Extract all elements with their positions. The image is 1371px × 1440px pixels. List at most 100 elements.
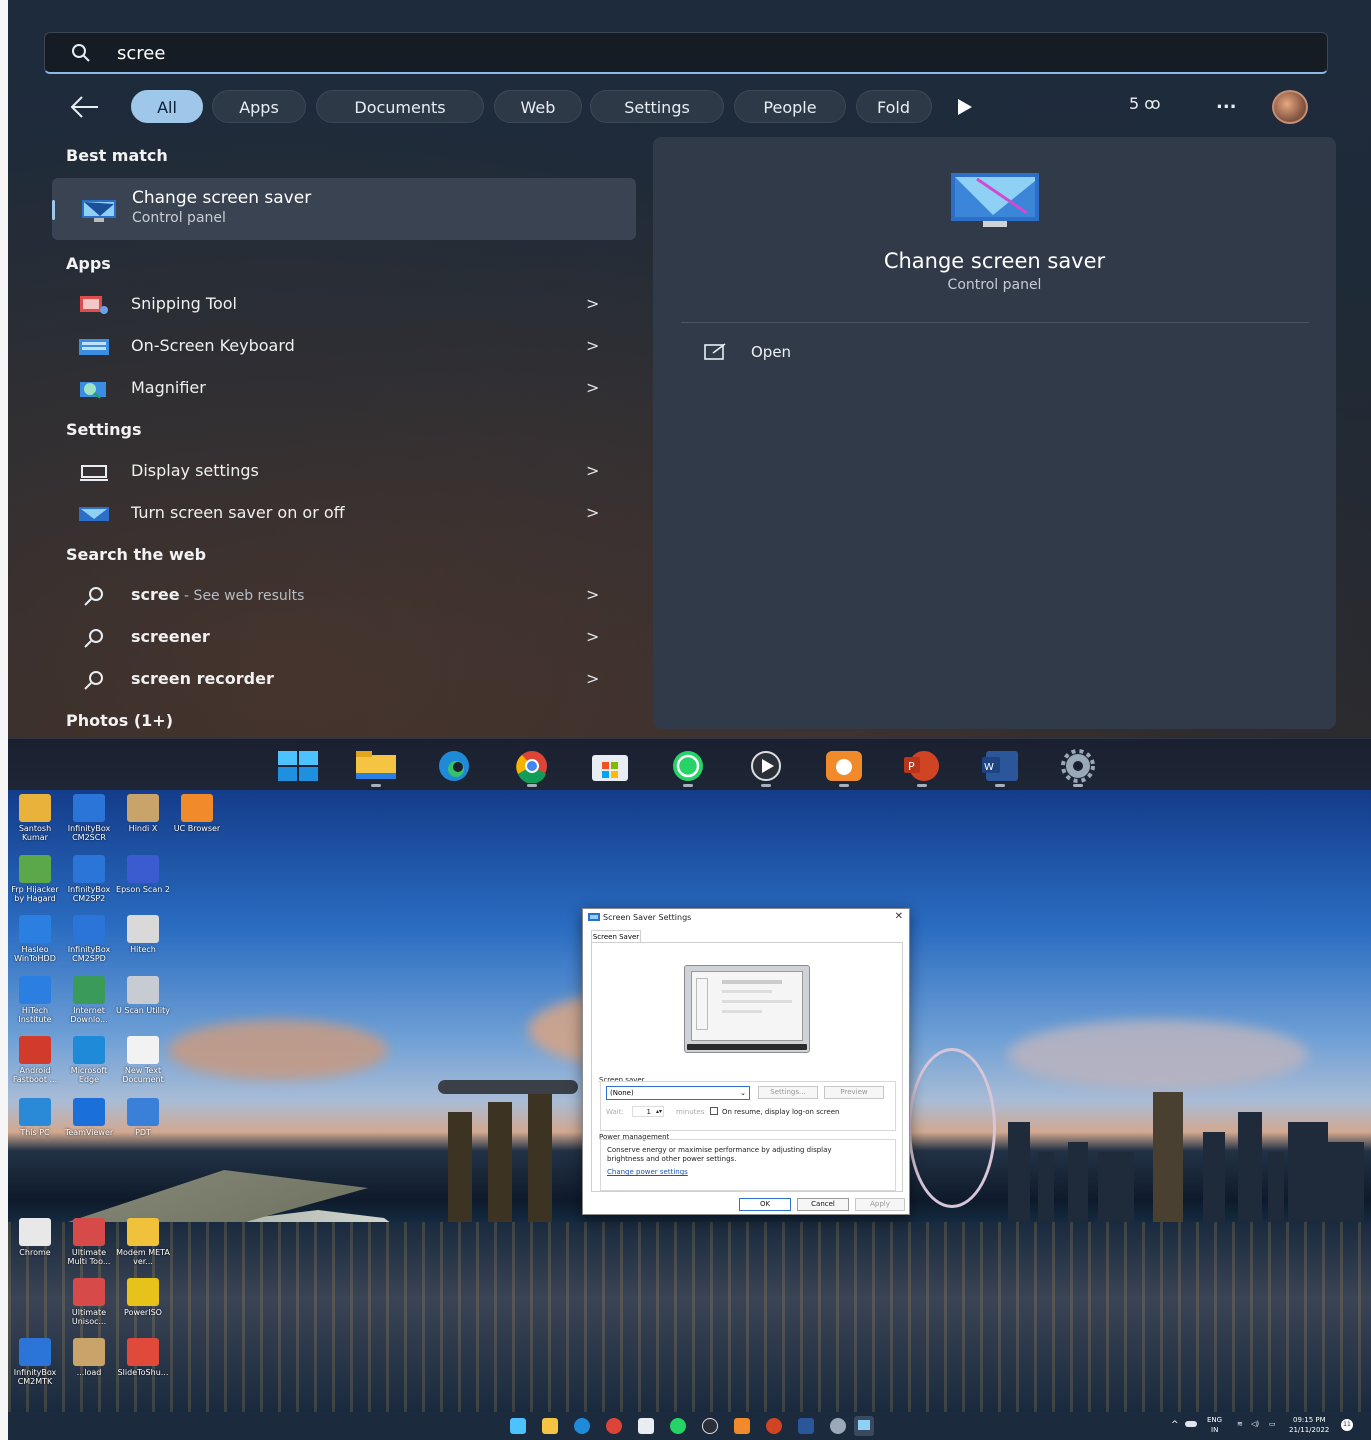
edge-icon[interactable]: [574, 1418, 590, 1434]
preview-button[interactable]: Preview: [824, 1086, 884, 1099]
ok-button[interactable]: OK: [739, 1198, 791, 1211]
filter-folders[interactable]: Fold: [856, 90, 932, 123]
desktop-icon[interactable]: UC Browser: [170, 794, 224, 833]
wait-input[interactable]: 1 ▴▾: [632, 1106, 664, 1117]
app-item-magnifier[interactable]: Magnifier >: [58, 369, 636, 409]
settings-gear-icon[interactable]: [1056, 749, 1100, 787]
start-icon[interactable]: [276, 749, 320, 783]
word-icon[interactable]: W: [978, 749, 1022, 787]
web-item-screener[interactable]: screener >: [58, 618, 636, 658]
scroll-right-icon[interactable]: [954, 96, 974, 118]
monitor-screen: [691, 971, 803, 1041]
wifi-icon[interactable]: ≋: [1237, 1420, 1243, 1428]
desktop-icon[interactable]: Internet Downlo...: [62, 976, 116, 1024]
clock-date[interactable]: 21/11/2022: [1289, 1426, 1329, 1434]
uc-browser-icon[interactable]: [734, 1418, 750, 1434]
more-options-button[interactable]: ...: [1216, 92, 1237, 113]
whatsapp-icon[interactable]: [666, 749, 710, 787]
search-input[interactable]: [117, 33, 1217, 73]
desktop-icon-label: Ultimate Unisoc...: [71, 1308, 107, 1326]
desktop-icon-label: ...load: [76, 1368, 102, 1377]
onedrive-icon[interactable]: [1185, 1421, 1197, 1427]
desktop-icon[interactable]: Microsoft Edge: [62, 1036, 116, 1084]
screen-saver-taskbar-icon[interactable]: [854, 1416, 874, 1436]
setting-item-display[interactable]: Display settings >: [58, 452, 636, 492]
best-match-item[interactable]: Change screen saver Control panel: [52, 178, 636, 240]
powerpoint-icon[interactable]: [766, 1418, 782, 1434]
store-icon[interactable]: [588, 749, 632, 783]
media-player-icon[interactable]: [744, 749, 788, 787]
back-arrow-icon[interactable]: [64, 93, 104, 121]
desktop-icon[interactable]: U Scan Utility: [116, 976, 170, 1015]
settings-button[interactable]: Settings...: [758, 1086, 818, 1099]
chrome-icon[interactable]: [510, 749, 554, 787]
app-item-snipping-tool[interactable]: Snipping Tool >: [58, 285, 636, 325]
desktop-icon[interactable]: HiTech Institute: [8, 976, 62, 1024]
close-button[interactable]: ✕: [895, 911, 903, 922]
notification-badge[interactable]: 11: [1341, 1419, 1353, 1431]
settings-gear-icon[interactable]: [830, 1418, 846, 1434]
desktop-icon[interactable]: This PC: [8, 1098, 62, 1137]
desktop-icon[interactable]: New Text Document: [116, 1036, 170, 1084]
chrome-icon[interactable]: [606, 1418, 622, 1434]
desktop-icon[interactable]: Modem META ver...: [116, 1218, 170, 1266]
cancel-button[interactable]: Cancel: [797, 1198, 849, 1211]
edge-icon[interactable]: [432, 749, 476, 783]
uc-browser-icon[interactable]: [822, 749, 866, 787]
start-icon[interactable]: [510, 1418, 526, 1434]
desktop-icon[interactable]: InfinityBox CM2SP2: [62, 855, 116, 903]
desktop-icon[interactable]: InfinityBox CM2SPD: [62, 915, 116, 963]
desktop-icon[interactable]: Ultimate Unisoc...: [62, 1278, 116, 1326]
setting-item-screen-saver[interactable]: Turn screen saver on or off >: [58, 494, 636, 534]
desktop-icon[interactable]: Ultimate Multi Too...: [62, 1218, 116, 1266]
filter-web[interactable]: Web: [494, 90, 582, 123]
desktop-icon[interactable]: PDT: [116, 1098, 170, 1137]
web-item-scree[interactable]: scree - See web results >: [58, 576, 636, 616]
spinner-icon[interactable]: ▴▾: [656, 1107, 662, 1117]
filter-documents[interactable]: Documents: [316, 90, 484, 123]
best-match-title: Change screen saver: [132, 188, 312, 208]
whatsapp-icon[interactable]: [670, 1418, 686, 1434]
media-player-icon[interactable]: [702, 1418, 718, 1434]
desktop-icon[interactable]: InfinityBox CM2MTK: [8, 1338, 62, 1386]
chevron-up-icon[interactable]: ^: [1171, 1420, 1179, 1430]
desktop-icon[interactable]: Android Fastboot ...: [8, 1036, 62, 1084]
powerpoint-icon[interactable]: P: [900, 749, 944, 787]
clock-time[interactable]: 09:15 PM: [1293, 1416, 1326, 1424]
app-item-on-screen-keyboard[interactable]: On-Screen Keyboard >: [58, 327, 636, 367]
web-result-label: scree - See web results: [131, 585, 304, 604]
volume-icon[interactable]: ◁): [1251, 1420, 1259, 1428]
desktop-icon[interactable]: Hasleo WinToHDD: [8, 915, 62, 963]
search-box[interactable]: [44, 32, 1328, 74]
web-item-screen-recorder[interactable]: screen recorder >: [58, 660, 636, 700]
desktop-icon[interactable]: Chrome: [8, 1218, 62, 1257]
store-icon[interactable]: [638, 1418, 654, 1434]
desktop-icon[interactable]: TeamViewer: [62, 1098, 116, 1137]
desktop-icon[interactable]: Frp Hijacker by Hagard: [8, 855, 62, 903]
desktop-icon-image: [73, 976, 105, 1004]
chevron-down-icon: ⌄: [740, 1089, 746, 1097]
screen-saver-select[interactable]: (None) ⌄: [606, 1086, 750, 1100]
word-icon[interactable]: [798, 1418, 814, 1434]
filter-all[interactable]: All: [131, 90, 203, 123]
open-button[interactable]: Open: [695, 337, 875, 367]
filter-apps[interactable]: Apps: [212, 90, 306, 123]
desktop-icon[interactable]: Santosh Kumar: [8, 794, 62, 842]
desktop-icon[interactable]: Hitech: [116, 915, 170, 954]
resume-checkbox[interactable]: [710, 1107, 718, 1115]
desktop-icon[interactable]: InfinityBox CM2SCR: [62, 794, 116, 842]
desktop-icon[interactable]: ...load: [62, 1338, 116, 1377]
desktop-icon[interactable]: Hindi X: [116, 794, 170, 833]
battery-icon[interactable]: ▭: [1269, 1420, 1276, 1428]
change-power-settings-link[interactable]: Change power settings: [607, 1168, 688, 1176]
filter-people[interactable]: People: [734, 90, 846, 123]
file-explorer-icon[interactable]: [354, 749, 398, 787]
rewards-points[interactable]: 5 ꝏ: [1129, 94, 1161, 113]
file-explorer-icon[interactable]: [542, 1418, 558, 1434]
desktop-icon[interactable]: Epson Scan 2: [116, 855, 170, 894]
desktop-icon[interactable]: PowerISO: [116, 1278, 170, 1317]
apply-button[interactable]: Apply: [855, 1198, 905, 1211]
avatar[interactable]: [1272, 90, 1308, 124]
desktop-icon[interactable]: SlideToShu...: [116, 1338, 170, 1377]
filter-settings[interactable]: Settings: [590, 90, 724, 123]
